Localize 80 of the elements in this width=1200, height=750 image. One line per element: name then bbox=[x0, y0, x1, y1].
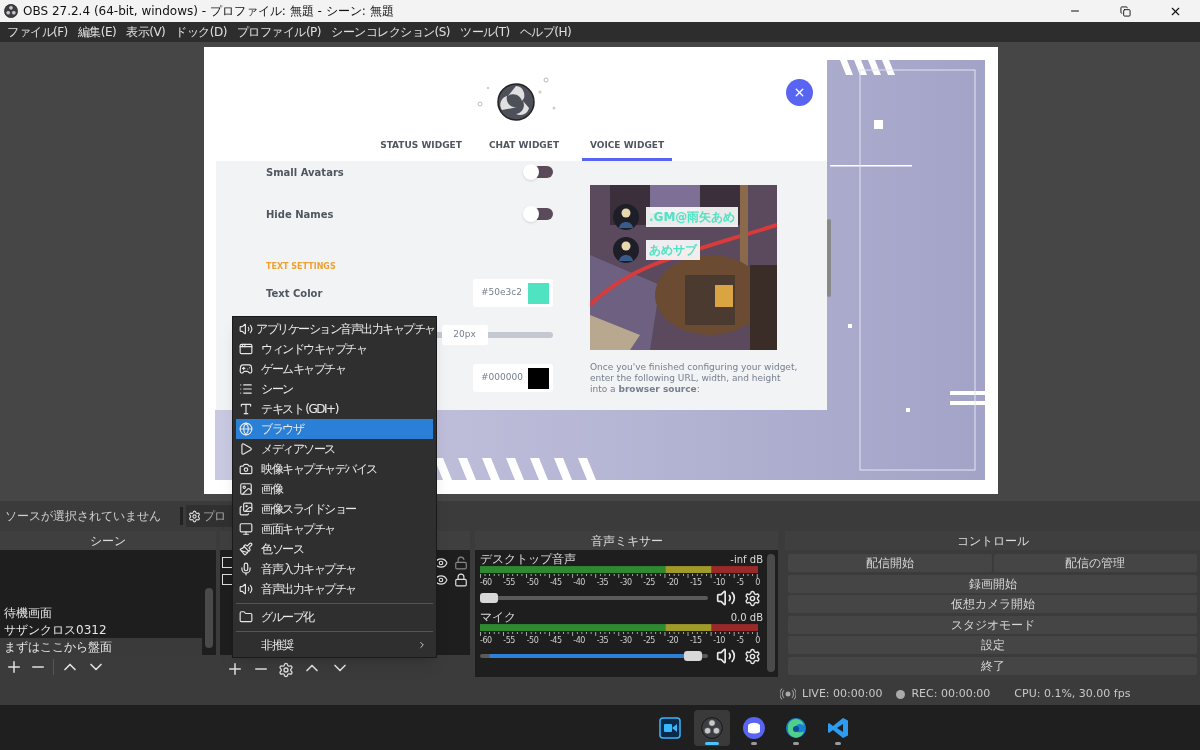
scale-label: -45 bbox=[550, 636, 562, 646]
menu-item[interactable]: 色ソース bbox=[236, 539, 433, 559]
scale-label: -15 bbox=[689, 578, 702, 588]
menu-item[interactable]: 編集(E) bbox=[72, 23, 122, 41]
scale-label: -10 bbox=[713, 636, 725, 646]
scale-label: -45 bbox=[550, 578, 562, 588]
control-button[interactable]: 配信開始 bbox=[788, 554, 992, 572]
control-button[interactable]: 録画開始 bbox=[788, 574, 1197, 593]
dock-header: コントロール bbox=[785, 531, 1200, 550]
dock-header: 音声ミキサー bbox=[475, 531, 778, 550]
color-field[interactable]: #50e3c2 bbox=[473, 279, 553, 307]
menu-item[interactable]: 音声入力キャプチャ bbox=[236, 559, 433, 579]
setting-label: Hide Names bbox=[266, 207, 334, 222]
control-button[interactable]: スタジオモード bbox=[788, 615, 1197, 634]
menu-item[interactable]: メディアソース bbox=[236, 439, 433, 459]
volume-reading: 0.0 dB bbox=[730, 610, 764, 625]
volume-reading: -inf dB bbox=[730, 552, 764, 567]
menu-item[interactable]: プロファイル(P) bbox=[231, 23, 326, 41]
menu-item[interactable]: 映像キャプチャデバイス bbox=[236, 459, 433, 479]
tab[interactable]: CHAT WIDGET bbox=[480, 138, 568, 161]
scale-label: -30 bbox=[619, 578, 632, 588]
control-button[interactable]: 配信の管理 bbox=[993, 554, 1197, 572]
setting-label: Small Avatars bbox=[266, 165, 344, 180]
scale-label: -60 bbox=[480, 636, 492, 646]
scale-label: 0 bbox=[755, 636, 760, 646]
scale-label: -10 bbox=[713, 578, 725, 588]
rec-timer: REC: 00:00:00 bbox=[911, 685, 991, 702]
scale-label: -60 bbox=[480, 578, 492, 588]
window-title: OBS 27.2.4 (64-bit, windows) - プロファイル: 無題 - シーン: 無題 bbox=[23, 3, 394, 20]
name-tag: あめサブ bbox=[646, 240, 700, 260]
scale-label: -5 bbox=[736, 578, 744, 588]
menu-item[interactable]: 音声出力キャプチャ bbox=[236, 579, 433, 599]
scene-item[interactable]: まずはここから盤面 bbox=[0, 638, 202, 655]
scale-label: -35 bbox=[596, 636, 609, 646]
scale-label: -35 bbox=[596, 578, 609, 588]
scene-item[interactable]: 待機画面 bbox=[0, 604, 202, 621]
scale-label: -40 bbox=[573, 636, 585, 646]
menu-item[interactable]: シーン bbox=[236, 379, 433, 399]
scale-label: -50 bbox=[526, 636, 539, 646]
control-button[interactable]: 仮想カメラ開始 bbox=[788, 595, 1197, 613]
setting-label: Text Color bbox=[266, 286, 323, 301]
scale-label: -25 bbox=[643, 578, 655, 588]
color-field[interactable]: #000000 bbox=[473, 364, 553, 392]
scale-label: -40 bbox=[573, 578, 585, 588]
scale-label: 0 bbox=[755, 578, 760, 588]
menu-item[interactable]: ゲームキャプチャ bbox=[236, 359, 433, 379]
section-heading: TEXT SETTINGS bbox=[266, 261, 336, 273]
menu-item[interactable]: 表示(V) bbox=[121, 23, 171, 41]
control-button[interactable]: 終了 bbox=[788, 656, 1197, 675]
menu-item[interactable]: シーンコレクション(S) bbox=[326, 23, 455, 41]
menu-item[interactable]: 非推奨 bbox=[236, 635, 433, 655]
slider-thumb[interactable]: 20px bbox=[441, 325, 488, 345]
scale-label: -25 bbox=[643, 636, 655, 646]
menu-item[interactable]: ツール(T) bbox=[455, 23, 515, 41]
instructions-text: Once you've finished configuring your widget, enter the following URL, width, and height into a browser source: bbox=[590, 362, 799, 395]
menu-item[interactable]: ヘルプ(H) bbox=[514, 23, 577, 41]
scale-label: -50 bbox=[526, 578, 539, 588]
scene-item[interactable]: サザンクロス0312 bbox=[0, 621, 202, 638]
menu-item[interactable]: ブラウザ bbox=[236, 419, 433, 439]
cpu-status: CPU: 0.1%, 30.00 fps bbox=[1014, 685, 1131, 702]
name-tag: .GM@雨矢あめ bbox=[646, 207, 739, 227]
scale-label: -20 bbox=[666, 636, 679, 646]
menu-item[interactable]: ファイル(F) bbox=[2, 23, 73, 41]
scale-label: -55 bbox=[503, 636, 515, 646]
source-status: ソースが選択されていません bbox=[4, 508, 162, 525]
scale-label: -5 bbox=[736, 636, 744, 646]
menu-item[interactable]: グループ化 bbox=[236, 607, 433, 627]
scale-label: -15 bbox=[689, 636, 702, 646]
dock-header: シーン bbox=[0, 531, 216, 550]
channel-name: マイク bbox=[480, 609, 516, 626]
scale-label: -55 bbox=[503, 578, 515, 588]
channel-name: デスクトップ音声 bbox=[480, 551, 576, 568]
tab[interactable]: STATUS WIDGET bbox=[372, 138, 470, 161]
scale-label: -30 bbox=[619, 636, 632, 646]
scale-label: -20 bbox=[666, 578, 679, 588]
menu-item[interactable]: 画像 bbox=[236, 479, 433, 499]
menu-item[interactable]: ドック(D) bbox=[170, 23, 232, 41]
menu-item[interactable]: テキスト (GDI+) bbox=[236, 399, 433, 419]
live-timer: LIVE: 00:00:00 bbox=[802, 685, 883, 702]
control-button[interactable]: 設定 bbox=[788, 636, 1197, 654]
